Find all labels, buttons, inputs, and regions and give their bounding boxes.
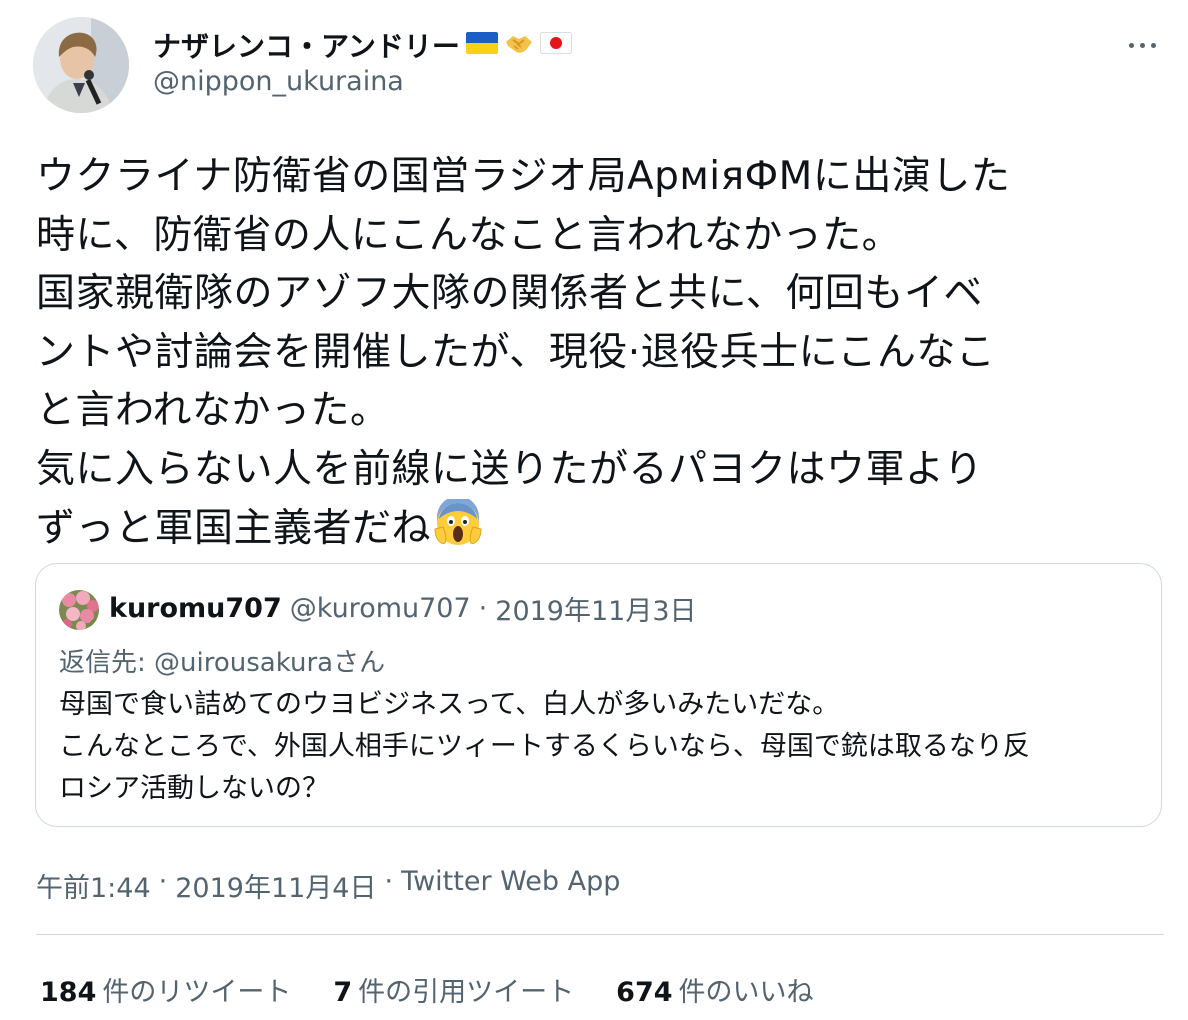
meta-separator: · (158, 866, 168, 897)
divider (36, 934, 1164, 935)
author-avatar[interactable] (33, 17, 129, 113)
quoted-author-name[interactable]: kuromu707 (109, 593, 282, 624)
retweets-label: 件のリツイート (102, 977, 292, 1008)
reply-mention-link[interactable]: @uirousakura (154, 648, 333, 678)
reply-prefix: 返信先: (59, 648, 155, 678)
quoted-date[interactable]: 2019年11月3日 (495, 589, 696, 628)
author-handle[interactable]: @nippon_ukuraina (153, 66, 404, 97)
tweet-meta: 午前1:44 · 2019年11月4日 · Twitter Web App (36, 866, 620, 905)
tweet-text: ウクライナ防衛省の国営ラジオ局АрміяФМに出演した 時に、防衛省の人にこんな… (36, 148, 1166, 558)
more-dot-icon (1139, 42, 1145, 48)
more-dot-icon (1128, 42, 1134, 48)
face-screaming-in-fear-icon (433, 496, 483, 565)
tweet-text-line: 気に入らない人を前線に送りたがるパヨクはウ軍より (36, 446, 984, 492)
handshake-icon (504, 28, 534, 62)
likes-count: 674 (616, 977, 673, 1008)
author-name-row[interactable]: ナザレンコ・アンドリー (153, 26, 572, 64)
more-options-button[interactable] (1120, 27, 1164, 63)
quoted-tweet[interactable]: kuromu707 @kuromu707 · 2019年11月3日 返信先: @… (35, 563, 1162, 827)
quoted-text-line: 母国で食い詰めてのウヨビジネスって、白人が多いみたいだな。 (59, 689, 840, 720)
tweet-source-app[interactable]: Twitter Web App (401, 866, 620, 905)
flag-japan-icon (539, 32, 572, 58)
tweet-text-line: 時に、防衛省の人にこんなこと言われなかった。 (36, 212, 902, 258)
quoted-text-line: こんなところで、外国人相手にツィートするくらいなら、母国で銃は取るなり反 (59, 731, 1030, 762)
tweet-text-line: ずっと軍国主義者だね (36, 506, 432, 551)
tweet-text-line: ントや討論会を開催したが、現役·退役兵士にこんなこ (36, 329, 996, 375)
flower-bouquet-icon (59, 590, 99, 630)
flag-ukraine-icon (465, 32, 498, 58)
quoted-separator: · (478, 593, 488, 624)
reply-suffix: さん (333, 648, 386, 678)
quoted-text: 母国で食い詰めてのウヨビジネスって、白人が多いみたいだな。 こんなところで、外国… (59, 684, 1149, 810)
tweet-card: ナザレンコ・アンドリー @nippon_ukuraina ウクライナ防衛省の国営… (0, 0, 1188, 1020)
likes-label: 件のいいね (678, 977, 814, 1008)
quoted-author-handle[interactable]: @kuromu707 (290, 593, 471, 624)
quoted-reply-context: 返信先: @uirousakuraさん (59, 642, 385, 679)
tweet-text-last-line: ずっと軍国主義者だね (36, 496, 1166, 558)
quote-tweets-stat[interactable]: 7 件の引用ツイート (333, 970, 574, 1009)
tweet-time[interactable]: 午前1:44 (36, 866, 151, 905)
more-dot-icon (1150, 42, 1156, 48)
engagement-stats: 184 件のリツイート 7 件の引用ツイート 674 件のいいね (40, 970, 814, 1009)
author-display-name[interactable]: ナザレンコ・アンドリー (153, 25, 460, 65)
retweets-count: 184 (40, 977, 97, 1008)
retweets-stat[interactable]: 184 件のリツイート (40, 970, 291, 1009)
tweet-text-line: 国家親衛隊のアゾフ大隊の関係者と共に、何回もイベ (36, 271, 983, 316)
avatar-photo-icon (33, 17, 129, 113)
quote-tweets-count: 7 (333, 977, 353, 1008)
tweet-date[interactable]: 2019年11月4日 (175, 866, 376, 905)
tweet-text-line: と言われなかった。 (36, 388, 390, 433)
likes-stat[interactable]: 674 件のいいね (616, 970, 813, 1009)
quoted-author-avatar[interactable] (59, 590, 99, 630)
quoted-text-line: ロシア活動しないの？ (59, 773, 329, 804)
tweet-text-line: ウクライナ防衛省の国営ラジオ局АрміяФМに出演した (36, 154, 1011, 199)
quote-tweets-label: 件の引用ツイート (358, 977, 575, 1008)
meta-separator: · (384, 866, 394, 897)
quoted-header: kuromu707 @kuromu707 · 2019年11月3日 (109, 589, 697, 628)
